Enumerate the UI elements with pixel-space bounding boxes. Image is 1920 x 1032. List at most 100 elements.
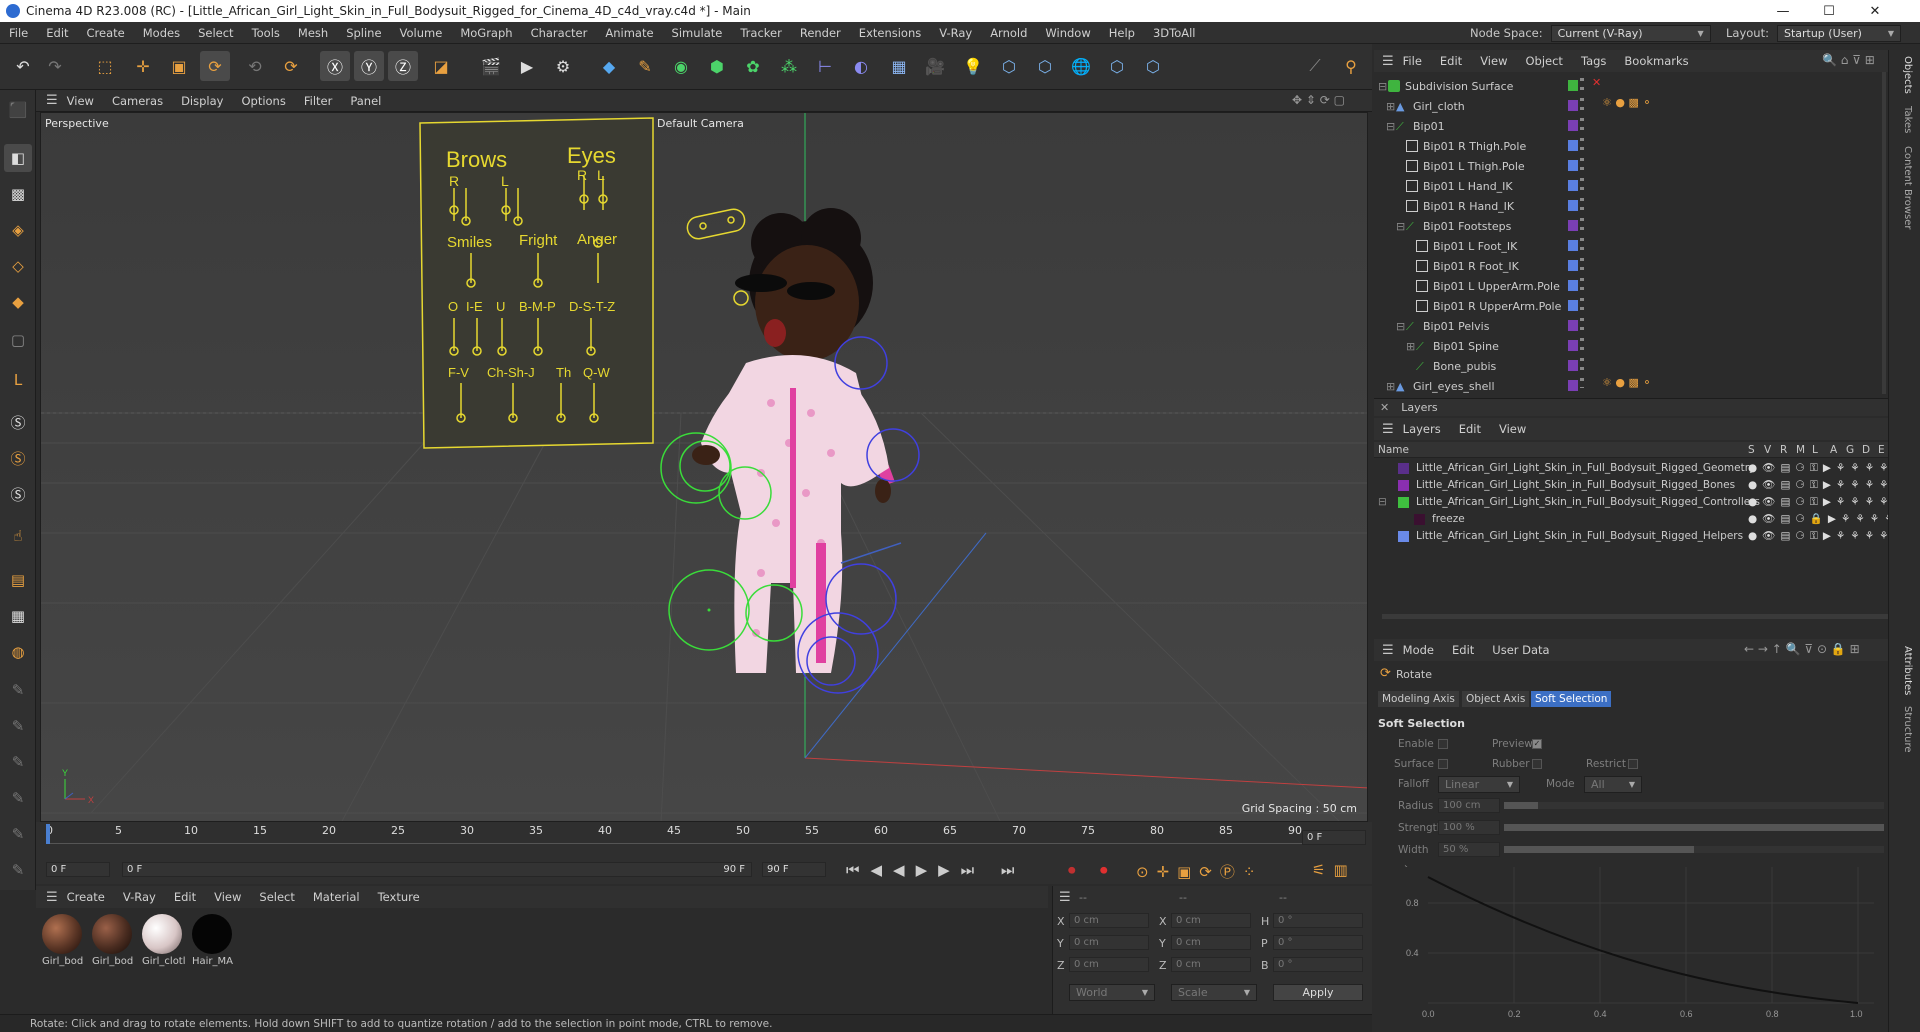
menu-tools[interactable]: Tools [243,26,289,40]
layer-color[interactable] [1398,463,1409,474]
layers-menu-view[interactable]: View [1490,422,1535,436]
field-icon[interactable]: ◐ [846,51,876,81]
polygons-mode-icon[interactable]: ◆ [4,288,32,316]
tree-row-bone-pubis[interactable]: ⟋ Bone_pubis [1374,356,1888,376]
menu-character[interactable]: Character [522,26,597,40]
layer-swatch[interactable] [1568,280,1578,291]
om-menu-file[interactable]: File [1394,54,1431,68]
render-view-icon[interactable]: 🎬 [476,51,506,81]
brush-3-icon[interactable]: ✎ [4,748,32,776]
viewport-camera-name[interactable]: Default Camera [657,117,744,130]
tree-row-subdivision-surface[interactable]: ⊟ Subdivision Surface [1374,76,1888,96]
tree-row-r-upperarm-pole[interactable]: Bip01 R UpperArm.Pole [1374,296,1888,316]
layer-row-bones[interactable]: Little_African_Girl_Light_Skin_in_Full_B… [1374,477,1920,494]
layer-color[interactable] [1398,531,1409,542]
y-axis-lock-icon[interactable]: Ⓨ [354,51,384,81]
om-menu-view[interactable]: View [1471,54,1516,68]
layer-swatch[interactable] [1568,200,1578,211]
hamburger-icon[interactable]: ☰ [46,93,58,108]
snap-s3-icon[interactable]: Ⓢ [4,480,32,508]
workplane-icon[interactable]: ☝ [4,522,32,550]
hamburger-icon[interactable]: ☰ [1382,643,1394,658]
viewport-view-name[interactable]: Perspective [45,117,109,130]
coord-mode-dropdown[interactable]: World ▼ [1069,984,1155,1001]
node-space-dropdown[interactable]: Current (V-Ray) ▼ [1550,24,1711,42]
strength-field[interactable]: 100 % [1438,820,1500,835]
layer-flags[interactable]: ●👁▤⚆⚿▶⚘⚘⚘⚘ [1748,478,1894,492]
tags-girl-cloth[interactable]: ⚛ ● ▩ ⚬ [1602,96,1652,109]
sculpt-brush-icon[interactable]: ⟋ [1300,51,1330,81]
brush-6-icon[interactable]: ✎ [4,856,32,884]
rot-b-field[interactable]: 0 ° [1273,957,1363,972]
layer-swatch[interactable] [1568,240,1578,251]
tree-row-l-foot-ik[interactable]: Bip01 L Foot_IK [1374,236,1888,256]
brush-4-icon[interactable]: ✎ [4,784,32,812]
z-axis-lock-icon[interactable]: Ⓩ [388,51,418,81]
layer-flags[interactable]: ●👁▤⚆⚿▶⚘⚘⚘⚘ [1748,529,1894,543]
coordinate-system-icon[interactable]: ◪ [426,51,456,81]
grid-icon[interactable]: ▤ [4,566,32,594]
restrict-checkbox[interactable] [1628,759,1638,769]
preview-checkbox[interactable]: ✓ [1532,739,1542,749]
vp-menu-panel[interactable]: Panel [341,94,390,108]
tags-eyes-shell[interactable]: ⚛ ● ▩ ⚬ [1602,376,1652,389]
close-icon[interactable]: ✕ [1380,401,1389,414]
layer-row-geometry[interactable]: Little_African_Girl_Light_Skin_in_Full_B… [1374,460,1920,477]
tab-object-axis[interactable]: Object Axis [1462,691,1530,707]
key-filter-icons[interactable]: ⊙✛▣⟳Ⓟ⁘ [1136,861,1263,882]
tree-row-spine[interactable]: ⊞ ⟋ Bip01 Spine [1374,336,1888,356]
layers-scrollbar[interactable] [1382,614,1912,619]
cloner-icon[interactable]: ✿ [738,51,768,81]
layer-swatch[interactable] [1568,300,1578,311]
attr-menu-user-data[interactable]: User Data [1483,643,1558,657]
vp-menu-view[interactable]: View [58,94,103,108]
python-icon-3[interactable]: ⬡ [1102,51,1132,81]
deformer-icon[interactable]: ⊢ [810,51,840,81]
size-mode-dropdown[interactable]: Scale ▼ [1171,984,1257,1001]
subdivision-icon[interactable]: ◉ [666,51,696,81]
maximize-button[interactable]: ☐ [1806,0,1852,22]
pen-spline-icon[interactable]: ✎ [630,51,660,81]
menu-mesh[interactable]: Mesh [289,26,337,40]
radius-slider[interactable] [1504,802,1884,809]
points-mode-icon[interactable]: ◈ [4,216,32,244]
menu-mograph[interactable]: MoGraph [451,26,521,40]
make-editable-icon[interactable]: ⬛ [4,96,32,124]
pos-z-field[interactable]: 0 cm [1069,957,1149,972]
tab-modeling-axis[interactable]: Modeling Axis [1378,691,1459,707]
tree-row-l-upperarm-pole[interactable]: Bip01 L UpperArm.Pole [1374,276,1888,296]
redo-icon[interactable]: ↷ [40,51,70,81]
menu-file[interactable]: File [0,26,37,40]
side-tab-objects[interactable]: Objects [1902,56,1913,94]
tree-row-l-hand-ik[interactable]: Bip01 L Hand_IK [1374,176,1888,196]
menu-select[interactable]: Select [189,26,242,40]
layer-swatch[interactable] [1568,80,1578,91]
vp-menu-options[interactable]: Options [232,94,294,108]
mat-menu-material[interactable]: Material [304,890,369,904]
end-frame-field[interactable]: 90 F [762,862,826,877]
strength-slider[interactable] [1504,824,1884,831]
layer-swatch[interactable] [1568,140,1578,151]
python-icon-2[interactable]: ⬡ [1030,51,1060,81]
edges-mode-icon[interactable]: ◇ [4,252,32,280]
menu-spline[interactable]: Spline [337,26,390,40]
size-y-field[interactable]: 0 cm [1171,935,1251,950]
rot-h-field[interactable]: 0 ° [1273,913,1363,928]
vp-menu-cameras[interactable]: Cameras [103,94,172,108]
layer-swatch[interactable] [1568,320,1578,331]
material-item[interactable]: Girl_bod [42,914,86,967]
side-tab-attributes[interactable]: Attributes [1902,646,1913,695]
radius-field[interactable]: 100 cm [1438,798,1500,813]
python-icon-4[interactable]: ⬡ [1138,51,1168,81]
layer-color[interactable] [1414,514,1425,525]
tree-row-bip01[interactable]: ⊟ ⟋ Bip01 [1374,116,1888,136]
width-slider[interactable] [1504,846,1884,853]
menu-animate[interactable]: Animate [596,26,662,40]
layer-color[interactable] [1398,480,1409,491]
render-settings-icon[interactable]: ⚙ [548,51,578,81]
snap-icon[interactable]: ⚲ [1336,51,1366,81]
mat-menu-texture[interactable]: Texture [369,890,429,904]
menu-vray[interactable]: V-Ray [930,26,981,40]
menu-edit[interactable]: Edit [37,26,77,40]
select-tool-icon[interactable]: ⬚ [90,51,120,81]
